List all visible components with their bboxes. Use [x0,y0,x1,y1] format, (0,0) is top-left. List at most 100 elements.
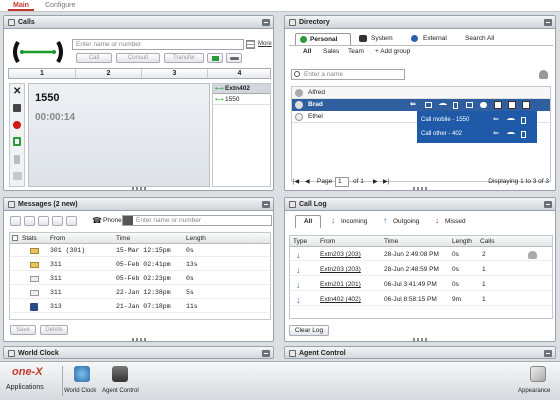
call-contact-icon[interactable]: ⇐ [410,99,416,111]
appearance-app[interactable]: Appearance [518,366,558,398]
park-icon[interactable] [13,137,21,146]
page-input[interactable]: 1 [335,177,349,187]
pause-button[interactable] [66,216,77,226]
group-sales[interactable]: Sales [323,46,339,57]
tab-configure[interactable]: Configure [40,1,80,11]
world-clock-header[interactable]: World Clock [4,347,273,358]
select-all-checkbox[interactable] [12,235,18,241]
table-row[interactable]: 301 (301) 15-Mar 12:15pm 0s [10,245,270,257]
mobile-icon[interactable] [453,102,458,109]
line-list-item[interactable]: ⟷ 1550 [213,95,270,105]
column-length[interactable]: Length [186,233,206,244]
tab-all[interactable]: All [295,215,321,228]
agent-control-app[interactable]: Agent Control [102,366,142,398]
delete-button[interactable]: Delete [40,325,68,335]
minimize-button[interactable] [262,201,270,208]
resize-grip[interactable] [413,187,427,190]
minimize-button[interactable] [262,19,270,26]
hold-icon[interactable] [13,104,21,112]
line-tab-3[interactable]: 3 [141,69,207,78]
tab-missed[interactable]: ↓ Missed [433,215,477,228]
messages-search-input[interactable]: Enter name or number [122,215,272,226]
column-calls[interactable]: Calls [480,236,494,247]
keypad-icon[interactable] [246,40,255,49]
consult-button[interactable]: Consult [116,53,160,63]
table-row[interactable]: ↓ Extn402 (402) 06-Jul 8:58:15 PM 9m 1 [290,294,552,306]
handset-icon[interactable] [439,103,447,107]
resize-grip[interactable] [131,187,146,190]
minimize-button[interactable] [544,19,552,26]
transfer-button[interactable]: Transfer [164,53,204,63]
play-button[interactable] [24,216,35,226]
call-other-row[interactable]: Call other - 402 ⇐ [417,128,537,140]
save-button[interactable]: Save [10,325,36,335]
delete-contact-icon[interactable] [522,101,530,109]
add-contact-icon[interactable] [528,251,537,259]
add-contact-icon[interactable] [539,70,548,79]
vcard-icon[interactable] [494,101,502,109]
tab-system[interactable]: System [357,33,403,45]
directory-search-input[interactable]: Enter a name [291,69,405,80]
call-icon[interactable]: ⇐ [493,114,499,126]
group-team[interactable]: Team [348,46,364,57]
table-row[interactable]: ↓ Extn203 (203) 28-Jun 2:48:59 PM 0s 1 [290,264,552,276]
forward-button[interactable] [38,216,49,226]
world-clock-app[interactable]: World Clock [64,366,100,398]
calls-search-input[interactable]: Enter name or number [72,39,244,50]
call-icon[interactable]: ⇐ [493,128,499,140]
handset-icon[interactable] [507,118,515,122]
mobile-icon[interactable] [521,131,526,138]
calllog-from[interactable]: Extn402 (402) [320,294,361,306]
line-tab-4[interactable]: 4 [207,69,271,78]
clear-log-button[interactable]: Clear Log [289,325,329,336]
table-row[interactable]: 313 21-Jan 07:18pm 11s [10,301,270,313]
mute-icon[interactable] [14,155,20,164]
handset-button[interactable] [226,53,242,63]
tab-external[interactable]: External [409,33,459,45]
tab-personal[interactable]: Personal [295,33,351,45]
table-row[interactable]: 311 05-Feb 02:23pm 0s [10,273,270,285]
edit-icon[interactable] [508,101,516,109]
tab-main[interactable]: Main [8,1,34,11]
add-group-link[interactable]: + Add group [375,46,410,57]
column-time[interactable]: Time [116,233,130,244]
column-type[interactable]: Type [293,236,307,247]
tab-outgoing[interactable]: ↑ Outgoing [381,215,431,228]
contact-row[interactable]: Alfred [292,87,550,99]
last-page-icon[interactable]: ▶| [383,178,389,185]
more-link[interactable]: More [258,41,272,47]
line-tab-1[interactable]: 1 [9,69,75,78]
resize-grip[interactable] [413,338,427,341]
handset-icon[interactable] [507,132,515,136]
prev-page-icon[interactable]: ◀ [305,178,310,185]
im-icon[interactable] [480,102,487,108]
stop-button[interactable] [52,216,63,226]
table-row[interactable]: 311 05-Feb 02:41pm 13s [10,259,270,271]
minimize-button[interactable] [544,350,552,357]
call-button[interactable]: Call [76,53,112,63]
desk-phone-icon[interactable] [425,102,432,108]
column-length[interactable]: Length [452,236,472,247]
record-icon[interactable] [13,121,21,129]
minimize-button[interactable] [544,201,552,208]
calllog-from[interactable]: Extn201 (201) [320,279,361,291]
column-stats[interactable]: Stats [22,233,37,244]
resize-grip[interactable] [131,338,146,341]
tab-search-all[interactable]: Search All [465,33,494,45]
first-page-icon[interactable]: |◀ [293,178,299,185]
calllog-from[interactable]: Extn203 (203) [320,249,361,261]
table-row[interactable]: ↓ Extn201 (201) 06-Jul 3:41:49 PM 0s 1 [290,279,552,291]
call-mobile-row[interactable]: Call mobile - 1550 ⇐ [417,114,537,126]
table-row[interactable]: ↓ Extn203 (203) 28-Jun 2:49:08 PM 0s 2 [290,249,552,261]
dtmf-icon[interactable] [13,172,22,180]
table-row[interactable]: 311 22-Jan 12:38pm 5s [10,287,270,299]
contact-row-selected[interactable]: Brad ⇐ [292,99,550,111]
tab-incoming[interactable]: ↓ Incoming [329,215,379,228]
next-page-icon[interactable]: ▶ [373,178,378,185]
column-from[interactable]: From [320,236,335,247]
calllog-from[interactable]: Extn203 (203) [320,264,361,276]
line-list-header[interactable]: ⟷ Extn402 [213,84,270,94]
group-all[interactable]: All [303,46,311,57]
drop-call-icon[interactable]: ✕ [13,86,21,97]
rewind-button[interactable] [10,216,21,226]
